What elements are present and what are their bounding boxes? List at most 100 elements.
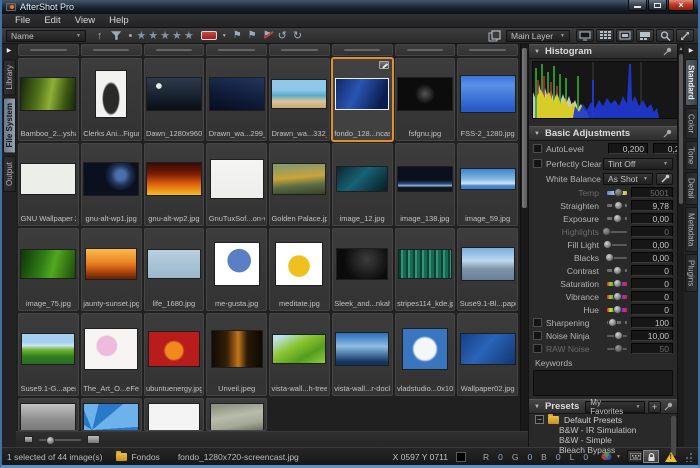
collapse-arrow-icon[interactable]: ▶ — [7, 44, 12, 58]
adjustment-slider[interactable] — [606, 278, 628, 289]
thumbnail-cell-clipped[interactable] — [457, 44, 518, 56]
thumbnail-cell-clipped[interactable] — [332, 44, 393, 56]
flag-finished-icon[interactable]: ⚑ — [248, 30, 257, 42]
thumbnail-cell[interactable]: vista-wall...h-tree.jpg — [269, 313, 330, 396]
perfectly-clear-dropdown[interactable]: Tint Off ▼ — [603, 158, 673, 170]
slider-handle[interactable] — [602, 227, 611, 236]
layers-icon[interactable] — [488, 30, 502, 42]
tools-tab[interactable]: Metadata — [685, 207, 698, 252]
rotate-right-icon[interactable]: ↻ — [293, 30, 302, 42]
slider-handle[interactable] — [603, 240, 612, 249]
thumbnail-cell[interactable]: Dawn_1280x960.jpg — [144, 58, 205, 141]
add-preset-button[interactable]: + — [648, 401, 660, 413]
scroll-up-icon[interactable]: ▲ — [678, 44, 684, 52]
tools-tab[interactable]: Standard — [685, 59, 698, 106]
thumbnail-cell-clipped[interactable] — [144, 44, 205, 56]
thumbnail-cell[interactable]: life_1680.jpg — [144, 228, 205, 311]
filter-icon[interactable] — [110, 30, 122, 41]
thumbnail-cell[interactable]: GNU Wallpaper 2.jpg — [18, 143, 79, 226]
thumbnail-cell[interactable]: meditate.jpg — [269, 228, 330, 311]
thumbnail-cell[interactable]: GnuTuxSof...on-v1.jpg — [206, 143, 267, 226]
star-rating-2-icon[interactable]: ★ — [148, 30, 158, 42]
adjustment-value-field[interactable]: 0 — [631, 226, 673, 237]
thumbnail-cell-clipped[interactable] — [144, 398, 205, 431]
tools-tab[interactable]: Detail — [685, 172, 698, 204]
panel-scrollbar[interactable]: ▲ — [677, 44, 684, 447]
star-rating-3-icon[interactable]: ★ — [160, 30, 170, 42]
layer-dropdown[interactable]: Main Layer ▼ — [506, 30, 570, 42]
thumbnail-cell[interactable]: image_12.jpg — [332, 143, 393, 226]
thumbnail-cell[interactable]: Suse9.1-Bl...papers.jpg — [457, 228, 518, 311]
slider-handle[interactable] — [613, 292, 622, 301]
slider-handle[interactable] — [614, 188, 623, 197]
adjustment-slider[interactable] — [606, 291, 628, 302]
collapse-arrow-icon[interactable]: ▶ — [689, 44, 694, 58]
thumbnail-cell-clipped[interactable] — [18, 44, 79, 56]
slider-handle[interactable] — [613, 214, 622, 223]
thumbnail-cell[interactable]: ubuntuenergy.jpg — [144, 313, 205, 396]
flag-reject-icon[interactable]: ⚑ — [263, 30, 272, 42]
color-label-dropdown-icon[interactable]: ▼ — [222, 30, 227, 42]
adjustment-value-field[interactable]: 5001 — [631, 187, 673, 198]
slider-handle[interactable] — [614, 331, 623, 340]
menu-item[interactable]: Help — [102, 15, 136, 26]
left-panel-tab[interactable]: File System — [3, 97, 16, 153]
presets-scrollbar[interactable] — [671, 416, 676, 456]
adjustment-value-field[interactable]: 0 — [631, 291, 673, 302]
combined-view-button[interactable] — [636, 29, 654, 42]
pin-icon[interactable] — [663, 47, 672, 56]
thumb-size-slider[interactable] — [39, 435, 81, 445]
slider-handle[interactable] — [614, 201, 623, 210]
thumbnail-cell[interactable]: Bamboo_2...ysha.jpg — [18, 58, 79, 141]
adjustment-value-field[interactable]: 0 — [631, 304, 673, 315]
thumbnail-cell-clipped[interactable] — [18, 398, 79, 431]
thumbnail-cell[interactable]: stripes114_kde.jpg — [395, 228, 456, 311]
thumbnail-cell[interactable]: gnu-alt-wp1.jpg — [81, 143, 142, 226]
star-rating-1-icon[interactable]: ★ — [136, 30, 146, 42]
adjustment-value-field[interactable]: 0,00 — [631, 213, 673, 224]
histogram-header[interactable]: ▼ Histogram — [529, 44, 677, 59]
adjustment-checkbox[interactable] — [533, 318, 542, 327]
rotate-left-icon[interactable]: ↺ — [278, 30, 287, 42]
presets-header[interactable]: ▼ Presets My Favorites ▼ + — [529, 399, 677, 414]
slider-handle[interactable] — [614, 344, 623, 353]
adjustment-slider[interactable] — [606, 226, 628, 237]
wb-eyedropper-button[interactable] — [656, 173, 673, 185]
thumbnail-cell[interactable]: vladstudio...0x1024.jpg — [395, 313, 456, 396]
thumbnail-cell[interactable]: image_59.jpg — [457, 143, 518, 226]
pin-icon[interactable] — [663, 129, 672, 138]
thumbnail-view-button[interactable] — [596, 29, 614, 42]
adjustment-value-field[interactable]: 9,78 — [631, 200, 673, 211]
adjustment-slider[interactable] — [606, 304, 628, 315]
adjustment-value-field[interactable]: 0,00 — [631, 252, 673, 263]
thumbnail-cell[interactable]: Drawn_wa...332_.jpg — [269, 58, 330, 141]
adjustment-slider[interactable] — [606, 239, 628, 250]
current-folder[interactable]: Fondos — [116, 452, 159, 462]
star-rating-5-icon[interactable]: ★ — [184, 30, 194, 42]
thumbnail-cell-clipped[interactable] — [395, 44, 456, 56]
autolevel-checkbox[interactable] — [533, 144, 542, 153]
slider-handle[interactable] — [46, 436, 55, 445]
slideshow-button[interactable] — [576, 29, 594, 42]
adjustment-checkbox[interactable] — [533, 344, 542, 353]
menu-item[interactable]: View — [68, 15, 102, 26]
thumbnail-cell-clipped[interactable] — [206, 398, 267, 431]
preset-item[interactable]: B&W - Simple — [529, 436, 677, 445]
tools-tab[interactable]: Color — [685, 108, 698, 139]
preset-item[interactable]: B&W - IR Simulation — [529, 426, 677, 435]
left-panel-tab[interactable]: Output — [3, 156, 16, 192]
basic-adjustments-header[interactable]: ▼ Basic Adjustments — [529, 126, 677, 141]
scrollbar-thumb[interactable] — [679, 54, 683, 204]
tree-collapse-icon[interactable]: − — [535, 415, 544, 424]
thumbnail-cell-clipped[interactable] — [81, 44, 142, 56]
adjustment-slider[interactable] — [606, 252, 628, 263]
grid-scrollbar[interactable] — [520, 44, 528, 431]
tools-tab[interactable]: Plugins — [685, 254, 698, 292]
thumbnail-cell[interactable]: gnu-alt-wp2.jpg — [144, 143, 205, 226]
thumbnail-cell[interactable]: Unveil.jpeg — [206, 313, 267, 396]
single-view-button[interactable] — [616, 29, 634, 42]
left-panel-tab[interactable]: Library — [3, 59, 16, 95]
slider-handle[interactable] — [605, 253, 614, 262]
menu-item[interactable]: Edit — [37, 15, 67, 26]
adjustment-slider[interactable] — [606, 317, 628, 328]
